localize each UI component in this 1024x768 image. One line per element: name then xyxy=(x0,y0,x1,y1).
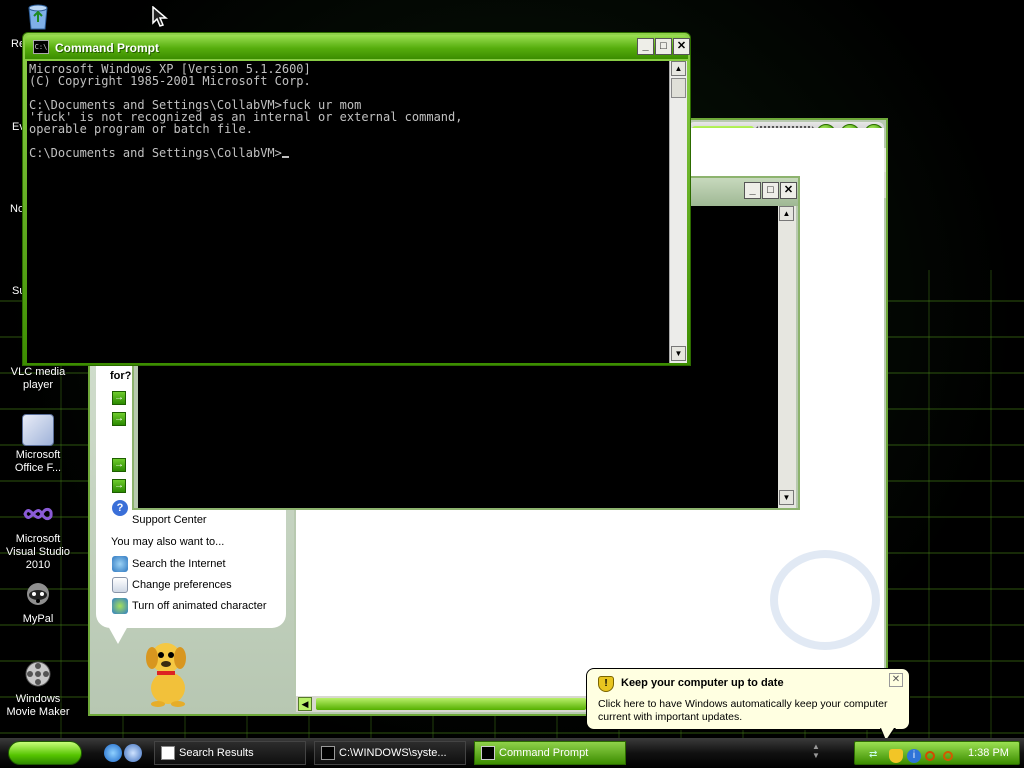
mypal-icon-label: MyPal xyxy=(22,613,54,625)
search-magnifier-icon xyxy=(770,550,880,650)
command-prompt-titlebar[interactable]: C:\ Command Prompt _ □ ✕ xyxy=(25,35,690,59)
bubble-tail xyxy=(108,626,128,644)
visual-studio-icon-label: Microsoft Visual Studio 2010 xyxy=(5,533,70,571)
vlc-icon-label: VLC media player xyxy=(10,366,66,391)
console-line: operable program or batch file. xyxy=(29,122,253,136)
command-prompt-window: C:\ Command Prompt _ □ ✕ Microsoft Windo… xyxy=(22,32,691,366)
network-icon[interactable]: ⇄ xyxy=(869,749,883,763)
also-want-heading: You may also want to... xyxy=(111,536,225,548)
scroll-left-arrow-icon[interactable]: ◀ xyxy=(298,697,312,711)
search-tray-icon[interactable] xyxy=(925,751,935,761)
taskbar-button-label: C:\WINDOWS\syste... xyxy=(339,747,447,759)
minimize-button[interactable]: _ xyxy=(744,182,761,199)
system-console-scrollbar[interactable]: ▲ ▼ xyxy=(778,206,796,508)
console-icon xyxy=(321,746,335,760)
balloon-close-icon[interactable]: ✕ xyxy=(889,673,903,687)
animated-character-icon xyxy=(112,598,128,614)
mouse-pointer-icon xyxy=(152,5,170,31)
show-desktop-icon[interactable] xyxy=(124,744,142,762)
scroll-up-arrow-icon[interactable]: ▲ xyxy=(671,61,686,76)
taskbar-scroll-icon[interactable]: ▲ ▼ xyxy=(812,742,820,760)
desktop-icon-movie-maker[interactable]: Windows Movie Maker xyxy=(0,658,76,719)
change-preferences-link[interactable]: Change preferences xyxy=(132,579,232,591)
balloon-title: Keep your computer up to date xyxy=(621,677,784,689)
security-shield-icon: ! xyxy=(598,676,614,692)
security-shield-icon[interactable] xyxy=(889,749,903,763)
search-results-icon xyxy=(161,746,175,760)
taskbar-button-search-results[interactable]: Search Results xyxy=(154,741,306,765)
taskbar-clock[interactable]: 1:38 PM xyxy=(968,747,1009,759)
taskbar-button-label: Command Prompt xyxy=(499,747,589,759)
office-icon xyxy=(22,414,54,446)
text-cursor xyxy=(281,156,289,158)
movie-maker-icon-label: Windows Movie Maker xyxy=(6,693,70,718)
internet-explorer-icon[interactable] xyxy=(104,744,122,762)
film-icon xyxy=(22,658,54,690)
search-option-arrow-icon[interactable]: → xyxy=(112,391,126,405)
minimize-button[interactable]: _ xyxy=(637,38,654,55)
taskbar: Search Results C:\WINDOWS\syste... Comma… xyxy=(0,738,1024,768)
raccoon-icon xyxy=(22,578,54,610)
close-button[interactable]: ✕ xyxy=(673,38,690,55)
search-internet-link[interactable]: Search the Internet xyxy=(132,558,226,570)
search-option-arrow-icon[interactable]: → xyxy=(112,412,126,426)
taskbar-button-system-console[interactable]: C:\WINDOWS\syste... xyxy=(314,741,466,765)
info-icon[interactable]: i xyxy=(907,749,921,763)
console-icon xyxy=(481,746,495,760)
search-option-arrow-icon[interactable]: → xyxy=(112,479,126,493)
taskbar-button-command-prompt[interactable]: Command Prompt xyxy=(474,741,626,765)
update-notification-balloon[interactable]: ! Keep your computer up to date ✕ Click … xyxy=(586,668,910,730)
search-internet-icon xyxy=(112,556,128,572)
scroll-up-arrow-icon[interactable]: ▲ xyxy=(779,206,794,221)
search-question-fragment: for? xyxy=(110,370,132,382)
scroll-down-arrow-icon[interactable]: ▼ xyxy=(779,490,794,505)
console-line: (C) Copyright 1985-2001 Microsoft Corp. xyxy=(29,74,311,88)
scroll-down-arrow-icon[interactable]: ▼ xyxy=(671,346,686,361)
command-prompt-screen[interactable]: Microsoft Windows XP [Version 5.1.2600](… xyxy=(27,61,669,363)
maximize-button[interactable]: □ xyxy=(655,38,672,55)
balloon-body: Click here to have Windows automatically… xyxy=(598,698,888,723)
desktop-icon-mypal[interactable]: MyPal xyxy=(0,578,76,626)
close-button[interactable]: ✕ xyxy=(780,182,797,199)
command-prompt-title: Command Prompt xyxy=(55,41,160,55)
maximize-button[interactable]: □ xyxy=(762,182,779,199)
console-prompt-line: C:\Documents and Settings\CollabVM> xyxy=(29,147,667,159)
magnifier-tray-icon[interactable] xyxy=(943,751,953,761)
desktop-icon-office[interactable]: Microsoft Office F... xyxy=(0,414,76,475)
help-icon[interactable]: ? xyxy=(112,500,128,516)
scrollbar-thumb[interactable] xyxy=(316,698,586,710)
turn-off-character-link[interactable]: Turn off animated character xyxy=(132,600,267,612)
support-center-link[interactable]: Support Center xyxy=(132,514,207,526)
office-icon-label: Microsoft Office F... xyxy=(14,449,62,474)
scrollbar-thumb[interactable] xyxy=(671,78,686,98)
command-prompt-scrollbar[interactable]: ▲ ▼ xyxy=(669,61,687,363)
recycle-bin-icon[interactable] xyxy=(24,2,52,30)
visual-studio-icon xyxy=(22,498,54,530)
desktop-icon-visual-studio[interactable]: Microsoft Visual Studio 2010 xyxy=(0,498,76,572)
desktop-icon-vlc[interactable]: VLC media player xyxy=(0,366,76,392)
console-icon: C:\ xyxy=(33,40,49,54)
preferences-icon xyxy=(112,577,128,593)
console-prompt: C:\Documents and Settings\CollabVM> xyxy=(29,146,282,160)
taskbar-button-label: Search Results xyxy=(179,747,254,759)
start-button[interactable] xyxy=(8,741,82,765)
search-option-arrow-icon[interactable]: → xyxy=(112,458,126,472)
search-dog-character-icon[interactable] xyxy=(140,636,200,708)
